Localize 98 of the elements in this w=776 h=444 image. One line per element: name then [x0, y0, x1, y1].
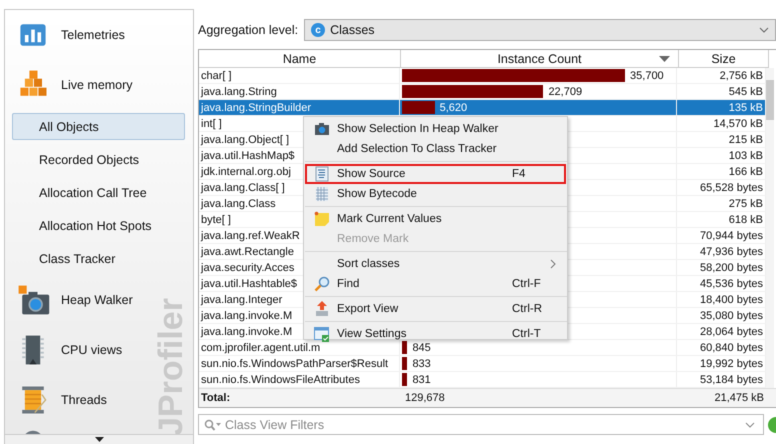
help-icon[interactable] [768, 416, 776, 432]
size-value: 65,528 bytes [700, 182, 763, 194]
class-name: java.lang.ref.WeakR [201, 230, 300, 242]
search-icon [314, 276, 330, 292]
total-size: 21,475 kB [714, 392, 764, 404]
class-name: char[ ] [201, 70, 232, 82]
class-name: java.lang.invoke.M [201, 326, 292, 338]
camera-icon [314, 121, 330, 137]
nav-subitem[interactable]: Allocation Hot Spots [12, 212, 185, 239]
total-label: Total: [201, 392, 230, 404]
filter-field[interactable]: Class View Filters [198, 414, 764, 435]
instance-count: 845 [412, 342, 431, 354]
caret-icon [94, 437, 104, 442]
nav-subitem[interactable]: Class Tracker [12, 245, 185, 272]
size-value: 14,570 kB [713, 118, 763, 130]
nav-label: Threads [61, 393, 107, 407]
size-value: 2,756 kB [720, 70, 763, 82]
class-name: java.lang.invoke.M [201, 310, 292, 322]
instance-count: 22,709 [548, 86, 582, 98]
size-value: 70,944 bytes [700, 230, 763, 242]
class-name: java.security.Acces [201, 262, 294, 274]
size-value: 135 kB [728, 102, 763, 114]
menu-item[interactable]: Show Source F4 [305, 164, 566, 184]
document-icon [314, 166, 330, 182]
column-header[interactable]: Name [199, 50, 401, 68]
size-value: 103 kB [728, 150, 763, 162]
class-icon: c [311, 23, 326, 37]
size-value: 166 kB [728, 166, 763, 178]
size-value: 545 kB [728, 86, 763, 98]
nav-subitem[interactable]: All Objects [12, 113, 185, 140]
class-name: java.lang.StringBuilder [201, 102, 312, 114]
menu-item[interactable]: Export View Ctrl-R [305, 299, 566, 319]
class-name: byte[ ] [201, 214, 231, 226]
size-value: 53,184 bytes [700, 374, 763, 386]
aggregation-label: Aggregation level: [198, 23, 298, 37]
nav-item[interactable]: Live memory [15, 60, 133, 110]
table-row[interactable]: sun.nio.fs.WindowsPathParser$Result 833 19,992 bytes [199, 356, 766, 372]
size-value: 47,936 bytes [700, 246, 763, 258]
aggregation-dropdown[interactable]: c Classes [304, 19, 776, 41]
menu-item[interactable]: Show Bytecode [305, 184, 566, 204]
nav-label: CPU views [61, 343, 122, 357]
size-value: 275 kB [728, 198, 763, 210]
grid-icon [314, 186, 330, 202]
instance-count: 5,620 [440, 102, 468, 114]
nav-label: Telemetries [61, 28, 125, 42]
size-value: 35,080 bytes [700, 310, 763, 322]
class-name: sun.nio.fs.WindowsFileAttributes [201, 374, 360, 386]
column-header[interactable]: Instance Count [401, 50, 679, 68]
class-name: java.awt.Rectangle [201, 246, 294, 258]
menu-item[interactable]: Mark Current Values [305, 209, 566, 229]
sort-icon [659, 56, 670, 62]
nav-item[interactable]: Heap Walker [15, 275, 133, 325]
export-icon [314, 301, 330, 317]
menu-item[interactable]: Find Ctrl-F [305, 274, 566, 294]
chevron-down-icon[interactable] [745, 422, 755, 428]
nav-subitem[interactable]: Allocation Call Tree [12, 179, 185, 206]
nav-label: Live memory [61, 78, 133, 92]
nav-item[interactable]: Threads [15, 375, 107, 425]
scroll-down-button[interactable] [5, 434, 193, 444]
chevron-down-icon [759, 27, 769, 33]
size-value: 618 kB [728, 214, 763, 226]
nav-label: Heap Walker [61, 293, 133, 307]
size-value: 215 kB [728, 134, 763, 146]
class-name: sun.nio.fs.WindowsPathParser$Result [201, 358, 388, 370]
scrollbar[interactable] [766, 68, 774, 388]
column-header[interactable]: Size [679, 50, 769, 68]
class-name: com.jprofiler.agent.util.m [201, 342, 320, 354]
class-name: java.lang.Integer [201, 294, 282, 306]
size-value: 45,536 bytes [700, 278, 763, 290]
nav-subitem[interactable]: Recorded Objects [12, 146, 185, 173]
search-icon [204, 419, 222, 431]
class-name: java.lang.Class [201, 198, 276, 210]
scrollbar-thumb[interactable] [766, 80, 774, 120]
note-icon [314, 211, 330, 227]
instance-count: 831 [412, 374, 431, 386]
total-count: 129,678 [404, 392, 445, 404]
nav-item[interactable]: CPU views [15, 325, 122, 375]
size-value: 58,200 bytes [700, 262, 763, 274]
menu-item[interactable]: Sort classes [305, 254, 566, 274]
class-name: java.util.HashMap$ [201, 150, 295, 162]
size-value: 60,840 bytes [700, 342, 763, 354]
nav-item[interactable]: Telemetries [15, 10, 125, 60]
size-value: 19,992 bytes [700, 358, 763, 370]
menu-item[interactable]: Add Selection To Class Tracker [305, 139, 566, 159]
table-row[interactable]: java.lang.StringBuilder 5,620 135 kB [199, 100, 766, 116]
menu-item[interactable]: View Settings Ctrl-T [305, 324, 566, 344]
class-name: java.lang.String [201, 86, 277, 98]
class-name: int[ ] [201, 118, 222, 130]
menu-item[interactable]: Show Selection In Heap Walker [305, 119, 566, 139]
size-value: 28,064 bytes [700, 326, 763, 338]
instance-count: 35,700 [630, 70, 664, 82]
size-value: 18,400 bytes [700, 294, 763, 306]
table-row[interactable]: char[ ] 35,700 2,756 kB [199, 68, 766, 84]
class-name: jdk.internal.org.obj [201, 166, 291, 178]
class-name: java.lang.Class[ ] [201, 182, 285, 194]
class-name: java.lang.Object[ ] [201, 134, 290, 146]
class-name: java.util.Hashtable$ [201, 278, 298, 290]
instance-count: 833 [412, 358, 431, 370]
